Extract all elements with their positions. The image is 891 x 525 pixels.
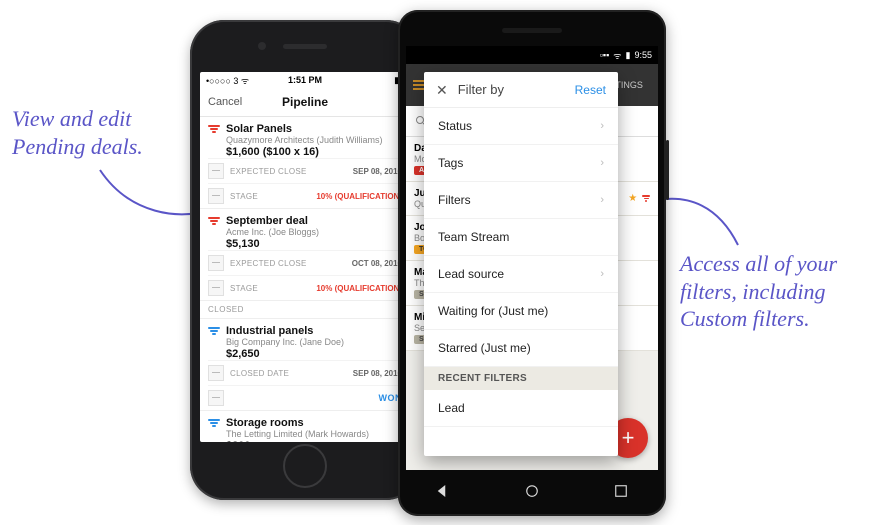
funnel-icon <box>208 327 220 339</box>
meta-swatch <box>208 163 224 179</box>
filter-option[interactable]: Lead source › <box>424 256 618 293</box>
filter-option-label: Status <box>438 119 472 133</box>
filter-option[interactable]: Tags › <box>424 145 618 182</box>
meta-swatch <box>208 280 224 296</box>
nexus-screen: ▫▪▪ ᯤ ▮ 9:55 STREAMCONTACTSSETTINGS All … <box>406 46 658 470</box>
funnel-icon <box>642 195 650 202</box>
nexus-speaker <box>502 28 562 33</box>
filter-option[interactable]: Status › <box>424 108 618 145</box>
deal-meta-row[interactable]: EXPECTED CLOSE SEP 08, 2016 <box>208 158 402 183</box>
meta-value: SEP 08, 2016 <box>353 369 402 378</box>
section-closed-header: CLOSED <box>200 301 410 319</box>
annotation-left: View and edit Pending deals. <box>12 105 192 160</box>
nexus-power-button[interactable] <box>666 140 669 200</box>
meta-label: CLOSED DATE <box>230 369 289 378</box>
filter-option-label: Lead source <box>438 267 504 281</box>
filter-option-label: Tags <box>438 156 463 170</box>
deal-row[interactable]: Storage rooms The Letting Limited (Mark … <box>200 411 410 442</box>
deal-subtitle: Quazymore Architects (Judith Williams) <box>226 135 402 145</box>
meta-label: STAGE <box>230 284 258 293</box>
meta-value: SEP 08, 2016 <box>353 167 402 176</box>
meta-swatch <box>208 188 224 204</box>
nexus-device: ▫▪▪ ᯤ ▮ 9:55 STREAMCONTACTSSETTINGS All … <box>398 10 666 516</box>
meta-swatch <box>208 390 224 406</box>
deal-amount: $5,130 <box>226 238 402 250</box>
deal-meta-row[interactable]: EXPECTED CLOSE OCT 08, 2016 <box>208 250 402 275</box>
chevron-right-icon: › <box>600 268 604 280</box>
annotation-right: Access all of your filters, including Cu… <box>680 250 880 333</box>
filter-option-label: Lead <box>438 401 465 415</box>
meta-value: 10% (QUALIFICATION) <box>316 192 402 201</box>
deal-amount: $2,650 <box>226 348 402 360</box>
android-status-time: 9:55 <box>634 50 652 60</box>
reset-button[interactable]: Reset <box>575 83 606 97</box>
chevron-right-icon: › <box>600 194 604 206</box>
filter-option[interactable]: Starred (Just me) <box>424 330 618 367</box>
filter-option[interactable]: Filters › <box>424 182 618 219</box>
filter-option-label: Waiting for (Just me) <box>438 304 548 318</box>
dialog-title: Filter by <box>458 82 504 97</box>
deal-row[interactable]: September deal Acme Inc. (Joe Bloggs) $5… <box>200 209 410 301</box>
meta-swatch <box>208 255 224 271</box>
filter-option[interactable]: Team Stream <box>424 219 618 256</box>
close-icon[interactable]: ✕ <box>436 83 448 97</box>
funnel-icon <box>208 217 220 229</box>
chevron-right-icon: › <box>600 120 604 132</box>
filter-option-label: Starred (Just me) <box>438 341 531 355</box>
deal-meta-row[interactable]: STAGE 10% (QUALIFICATION) <box>208 275 402 300</box>
deal-subtitle: The Letting Limited (Mark Howards) <box>226 429 402 439</box>
deal-row[interactable]: Solar Panels Quazymore Architects (Judit… <box>200 117 410 209</box>
chevron-right-icon: › <box>600 157 604 169</box>
deal-subtitle: Big Company Inc. (Jane Doe) <box>226 337 402 347</box>
deal-row[interactable]: Industrial panels Big Company Inc. (Jane… <box>200 319 410 411</box>
android-status-bar: ▫▪▪ ᯤ ▮ 9:55 <box>406 46 658 64</box>
iphone-camera <box>258 42 266 50</box>
page-title: Pipeline <box>200 95 410 109</box>
recents-icon[interactable] <box>612 482 630 500</box>
star-icon: ★ <box>628 193 637 204</box>
deal-amount: $1,600 ($100 x 16) <box>226 146 402 158</box>
dialog-list[interactable]: Status › Tags › Filters › Team Stream Le… <box>424 108 618 456</box>
deal-name: Industrial panels <box>226 325 402 337</box>
deal-subtitle: Acme Inc. (Joe Bloggs) <box>226 227 402 237</box>
deal-name: Solar Panels <box>226 123 402 135</box>
meta-value: OCT 08, 2016 <box>352 259 402 268</box>
deal-meta-row[interactable]: STAGE 10% (QUALIFICATION) <box>208 183 402 208</box>
funnel-icon <box>208 125 220 137</box>
deal-list[interactable]: Solar Panels Quazymore Architects (Judit… <box>200 117 410 442</box>
filter-option-label: Team Stream <box>438 230 509 244</box>
android-nav-bar <box>398 476 666 506</box>
battery-icon: ▮ <box>626 50 631 61</box>
ios-nav-bar: Cancel Pipeline <box>200 88 410 117</box>
filter-option-label: Filters <box>438 193 471 207</box>
filter-option[interactable]: Waiting for (Just me) <box>424 293 618 330</box>
meta-label: EXPECTED CLOSE <box>230 259 307 268</box>
iphone-home-button[interactable] <box>283 444 327 488</box>
iphone-screen: •○○○○ 3 ᯤ 1:51 PM ▮▮ Cancel Pipeline Sol… <box>200 72 410 442</box>
recent-filters-header: RECENT FILTERS <box>424 367 618 390</box>
meta-label: STAGE <box>230 192 258 201</box>
meta-swatch <box>208 365 224 381</box>
deal-meta-row[interactable]: WON <box>208 385 402 410</box>
wifi-icon: ᯤ <box>613 49 621 62</box>
home-icon[interactable] <box>523 482 541 500</box>
funnel-icon <box>208 419 220 431</box>
meta-label: EXPECTED CLOSE <box>230 167 307 176</box>
filter-option[interactable]: Lead <box>424 390 618 427</box>
deal-meta-row[interactable]: CLOSED DATE SEP 08, 2016 <box>208 360 402 385</box>
signal-icon: ▫▪▪ <box>600 50 610 60</box>
back-icon[interactable] <box>434 482 452 500</box>
ios-status-time: 1:51 PM <box>200 75 410 85</box>
deal-name: Storage rooms <box>226 417 402 429</box>
dialog-header: ✕ Filter by Reset <box>424 72 618 108</box>
iphone-device: •○○○○ 3 ᯤ 1:51 PM ▮▮ Cancel Pipeline Sol… <box>190 20 420 500</box>
deal-name: September deal <box>226 215 402 227</box>
filter-dialog: ✕ Filter by Reset Status › Tags › Filter… <box>424 72 618 456</box>
meta-value: 10% (QUALIFICATION) <box>316 284 402 293</box>
ios-status-bar: •○○○○ 3 ᯤ 1:51 PM ▮▮ <box>200 72 410 88</box>
iphone-speaker <box>283 44 327 49</box>
deal-amount: $800 <box>226 440 402 442</box>
